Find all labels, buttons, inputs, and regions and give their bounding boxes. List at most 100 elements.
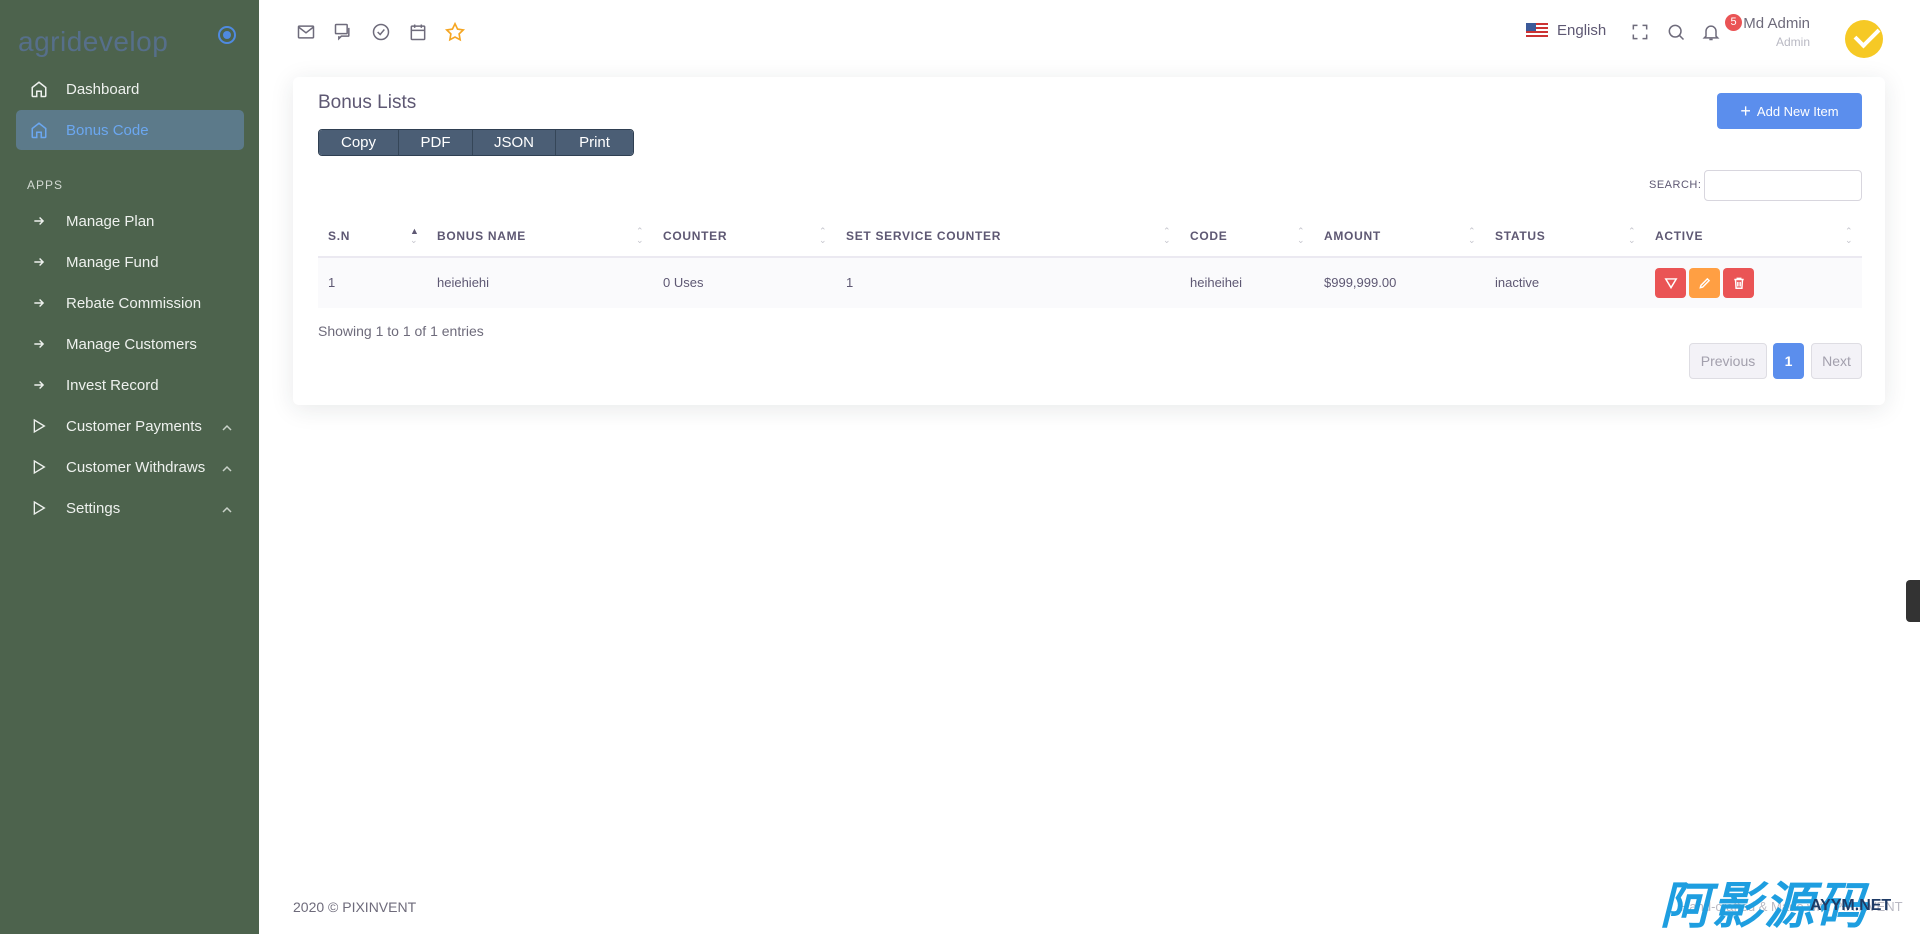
export-button-group: Copy PDF JSON Print [318, 129, 634, 156]
cell-sn: 1 [328, 275, 336, 290]
sidebar-item-dashboard[interactable]: Dashboard [16, 69, 244, 109]
home-icon [28, 119, 50, 141]
sidebar-item-label: Rebate Commission [66, 294, 202, 312]
chat-icon[interactable] [331, 20, 355, 44]
previous-page-button[interactable]: Previous [1689, 343, 1767, 379]
avatar[interactable] [1845, 20, 1883, 58]
sidebar-item-label: Customer Payments [66, 417, 202, 435]
search-label: SEARCH: [1649, 179, 1702, 191]
arrow-right-icon [28, 210, 50, 232]
cell-counter: 0 Uses [663, 275, 704, 290]
sidebar-toggle-icon[interactable] [218, 26, 236, 44]
sidebar-item-label: Customer Withdraws [66, 458, 206, 476]
copy-button[interactable]: Copy [319, 130, 399, 155]
delete-button[interactable] [1723, 268, 1754, 298]
sort-icon[interactable]: ⌃ ⌄ [636, 227, 644, 245]
arrow-right-icon [28, 251, 50, 273]
edit-button[interactable] [1689, 268, 1720, 298]
chevron-up-icon [222, 501, 232, 518]
user-name[interactable]: Md Admin [1720, 15, 1810, 32]
page-1-button[interactable]: 1 [1773, 343, 1804, 379]
play-icon [28, 415, 50, 437]
column-header-code[interactable]: CODE [1190, 229, 1227, 243]
sidebar-item-label: Manage Plan [66, 212, 155, 230]
column-header-set-service-counter[interactable]: SET SERVICE COUNTER [846, 229, 1001, 243]
sidebar-item-label: Bonus Code [66, 121, 149, 139]
sidebar-item-label: Invest Record [66, 376, 159, 394]
card-title: Bonus Lists [318, 92, 417, 113]
chevron-up-icon [222, 419, 232, 436]
home-icon [28, 78, 50, 100]
sidebar-item-label: Manage Fund [66, 253, 159, 271]
table-row [318, 258, 1862, 308]
bonus-list-card: Bonus Lists Copy PDF JSON Print + Add Ne… [293, 77, 1885, 405]
column-header-bonus-name[interactable]: BONUS NAME [437, 229, 526, 243]
sort-icon[interactable]: ⌃ ⌄ [1163, 227, 1171, 245]
sidebar-item-rebate-commission[interactable]: Rebate Commission [16, 283, 244, 323]
pencil-icon [1698, 277, 1710, 289]
arrow-right-icon [28, 333, 50, 355]
top-navbar: English 5 Md Admin Admin [259, 0, 1920, 66]
search-icon[interactable] [1664, 20, 1688, 44]
json-button[interactable]: JSON [473, 130, 556, 155]
column-header-active[interactable]: ACTIVE [1655, 229, 1703, 243]
mail-icon[interactable] [294, 20, 318, 44]
sidebar-item-manage-fund[interactable]: Manage Fund [16, 242, 244, 282]
sort-icon[interactable]: ▲ ⌄ [410, 227, 419, 245]
sidebar-item-manage-customers[interactable]: Manage Customers [16, 324, 244, 364]
pdf-button[interactable]: PDF [399, 130, 473, 155]
search-input[interactable] [1704, 170, 1862, 201]
add-new-item-button[interactable]: + Add New Item [1717, 93, 1862, 129]
arrow-right-icon [28, 374, 50, 396]
calendar-icon[interactable] [406, 20, 430, 44]
sidebar-item-customer-payments[interactable]: Customer Payments [16, 406, 244, 446]
language-selector[interactable]: English [1526, 22, 1606, 39]
sort-icon[interactable]: ⌃ ⌄ [819, 227, 827, 245]
add-button-label: Add New Item [1756, 103, 1839, 119]
trash-icon [1733, 277, 1744, 289]
fullscreen-icon[interactable] [1628, 20, 1652, 44]
filter-icon [1663, 278, 1678, 290]
brand-logo[interactable]: agridevelop [18, 26, 168, 58]
side-customizer-tab[interactable] [1906, 580, 1920, 622]
print-button[interactable]: Print [556, 130, 633, 155]
arrow-right-icon [28, 292, 50, 314]
sidebar: agridevelop Dashboard Bonus Code APPS Ma… [0, 0, 259, 934]
cell-code: heiheihei [1190, 275, 1243, 290]
column-header-status[interactable]: STATUS [1495, 229, 1545, 243]
sidebar-item-label: Dashboard [66, 80, 140, 98]
play-icon [28, 456, 50, 478]
play-icon [28, 497, 50, 519]
status-toggle-button[interactable] [1655, 268, 1686, 298]
sort-icon[interactable]: ⌃ ⌄ [1468, 227, 1476, 245]
check-circle-icon[interactable] [369, 20, 393, 44]
sort-icon[interactable]: ⌃ ⌄ [1628, 227, 1636, 245]
user-role: Admin [1775, 35, 1810, 49]
sort-icon[interactable]: ⌃ ⌄ [1297, 227, 1305, 245]
cell-set-service-counter: 1 [846, 275, 854, 290]
entries-info: Showing 1 to 1 of 1 entries [318, 323, 484, 339]
cell-amount: $999,999.00 [1324, 275, 1397, 290]
watermark-domain: AYYM.NET [1810, 897, 1892, 914]
sidebar-item-label: Manage Customers [66, 335, 197, 353]
cell-status: inactive [1495, 275, 1540, 290]
column-header-amount[interactable]: AMOUNT [1324, 229, 1381, 243]
chevron-up-icon [222, 460, 232, 477]
sort-icon[interactable]: ⌃ ⌄ [1845, 227, 1853, 245]
us-flag-icon [1526, 23, 1548, 38]
footer-copyright: 2020 © PIXINVENT [293, 899, 417, 915]
column-header-counter[interactable]: COUNTER [663, 229, 727, 243]
cell-bonus-name: heiehiehi [437, 275, 490, 290]
sidebar-item-settings[interactable]: Settings [16, 488, 244, 528]
sidebar-item-customer-withdraws[interactable]: Customer Withdraws [16, 447, 244, 487]
sidebar-item-bonus-code[interactable]: Bonus Code [16, 110, 244, 150]
star-icon[interactable] [443, 20, 467, 44]
next-page-button[interactable]: Next [1811, 343, 1862, 379]
sidebar-item-manage-plan[interactable]: Manage Plan [16, 201, 244, 241]
sidebar-item-invest-record[interactable]: Invest Record [16, 365, 244, 405]
column-header-sn[interactable]: S.N [328, 229, 350, 243]
plus-icon: + [1740, 101, 1751, 121]
language-label: English [1557, 22, 1607, 39]
section-label-apps: APPS [27, 178, 64, 192]
sidebar-item-label: Settings [66, 499, 121, 517]
